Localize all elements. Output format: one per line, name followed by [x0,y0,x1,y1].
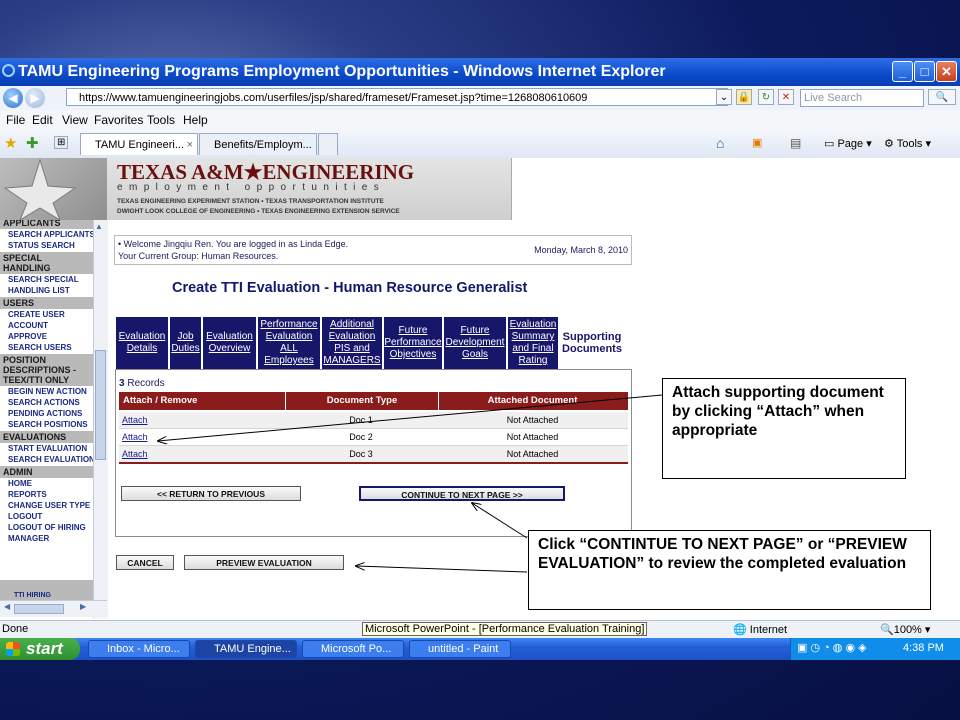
task-inbox[interactable]: Inbox - Micro... [88,640,190,658]
new-tab-button[interactable] [318,133,338,155]
tab-tamu-engineering[interactable]: TAMU Engineeri... × [80,133,198,155]
ie-window: TAMU Engineering Programs Employment Opp… [0,58,960,660]
menu-edit[interactable]: Edit [32,113,53,127]
menu-tools[interactable]: Tools [147,113,175,127]
tab-label: TAMU Engineeri... [95,139,185,151]
status-bar: Done Microsoft PowerPoint - [Performance… [0,620,960,639]
task-paint[interactable]: untitled - Paint [409,640,511,658]
minimize-button[interactable]: _ [892,61,913,82]
forward-button[interactable]: ▶ [25,88,45,108]
menu-view[interactable]: View [62,113,88,127]
menu-bar: File Edit View Favorites Tools Help [0,110,960,130]
windows-logo-icon [6,642,20,656]
lock-icon[interactable]: 🔒 [736,89,752,105]
add-favorite-icon[interactable]: ✚ [26,134,39,152]
tools-menu-label: Tools [896,138,923,150]
task-tamu-engineering[interactable]: TAMU Engine... [195,640,297,658]
url-dropdown-icon[interactable]: ⌄ [716,89,732,105]
search-input[interactable]: Live Search [800,89,924,107]
refresh-icon[interactable]: ↻ [758,89,774,105]
favorites-star-icon[interactable]: ★ [4,134,17,152]
page-menu[interactable]: ▭ Page ▾ [824,137,872,150]
close-window-button[interactable]: ✕ [936,61,957,82]
menu-favorites[interactable]: Favorites [94,113,143,127]
start-button[interactable]: start [0,638,80,660]
tray-icons[interactable]: ▣ ◷ ◔ ◍ ◉ ◈ [797,641,867,654]
taskbar: start Inbox - Micro... TAMU Engine... Mi… [0,638,960,660]
arrow-to-preview [356,566,528,573]
menu-help[interactable]: Help [183,113,208,127]
home-icon[interactable]: ⌂ [716,135,724,151]
maximize-button[interactable]: □ [914,61,935,82]
arrow-to-continue [472,503,528,539]
page-content: TEXAS A&M★ENGINEERING employment opportu… [0,158,960,620]
ie-logo-icon [2,64,15,77]
zone-label: Internet [749,624,788,636]
attach-callout: Attach supporting document by clicking “… [662,378,906,479]
stop-icon[interactable]: ✕ [778,89,794,105]
continue-callout: Click “CONTINTUE TO NEXT PAGE” or “PREVI… [528,530,931,610]
quick-tabs-icon[interactable]: ⊞ [54,136,69,149]
tools-menu[interactable]: ⚙ Tools ▾ [884,137,931,150]
zoom-icon: 🔍 [880,624,894,636]
tab-close-icon[interactable]: × [187,134,193,155]
address-bar: ◀ ▶ https://www.tamuengineeringjobs.com/… [0,86,960,111]
title-bar: TAMU Engineering Programs Employment Opp… [0,58,960,86]
page-menu-label: Page [837,138,864,150]
feeds-icon[interactable]: ▣ [752,136,762,149]
url-field[interactable]: https://www.tamuengineeringjobs.com/user… [66,88,728,106]
internet-zone: 🌐 Internet [733,623,787,636]
menu-file[interactable]: File [6,113,25,127]
back-button[interactable]: ◀ [3,88,23,108]
task-powerpoint[interactable]: Microsoft Po... [302,640,404,658]
tab-bar: ★ ✚ ⊞ TAMU Engineeri... × Benefits/Emplo… [0,130,960,159]
print-icon[interactable]: ▤ [790,136,801,150]
clock: 4:38 PM [903,642,944,654]
globe-icon: 🌐 [733,624,747,636]
start-label: start [26,639,63,658]
system-tray: ▣ ◷ ◔ ◍ ◉ ◈ 4:38 PM [790,638,960,660]
arrow-to-attach [158,394,663,441]
status-text: Done [2,623,29,635]
tab-label: Benefits/Employm... [214,139,312,151]
search-icon[interactable]: 🔍 [928,89,956,105]
tab-benefits[interactable]: Benefits/Employm... [199,133,317,155]
taskbar-tooltip: Microsoft PowerPoint - [Performance Eval… [362,622,648,636]
window-title: TAMU Engineering Programs Employment Opp… [18,63,666,80]
zoom-level[interactable]: 🔍100% ▾ [880,623,930,636]
zoom-value: 100% [893,624,922,636]
